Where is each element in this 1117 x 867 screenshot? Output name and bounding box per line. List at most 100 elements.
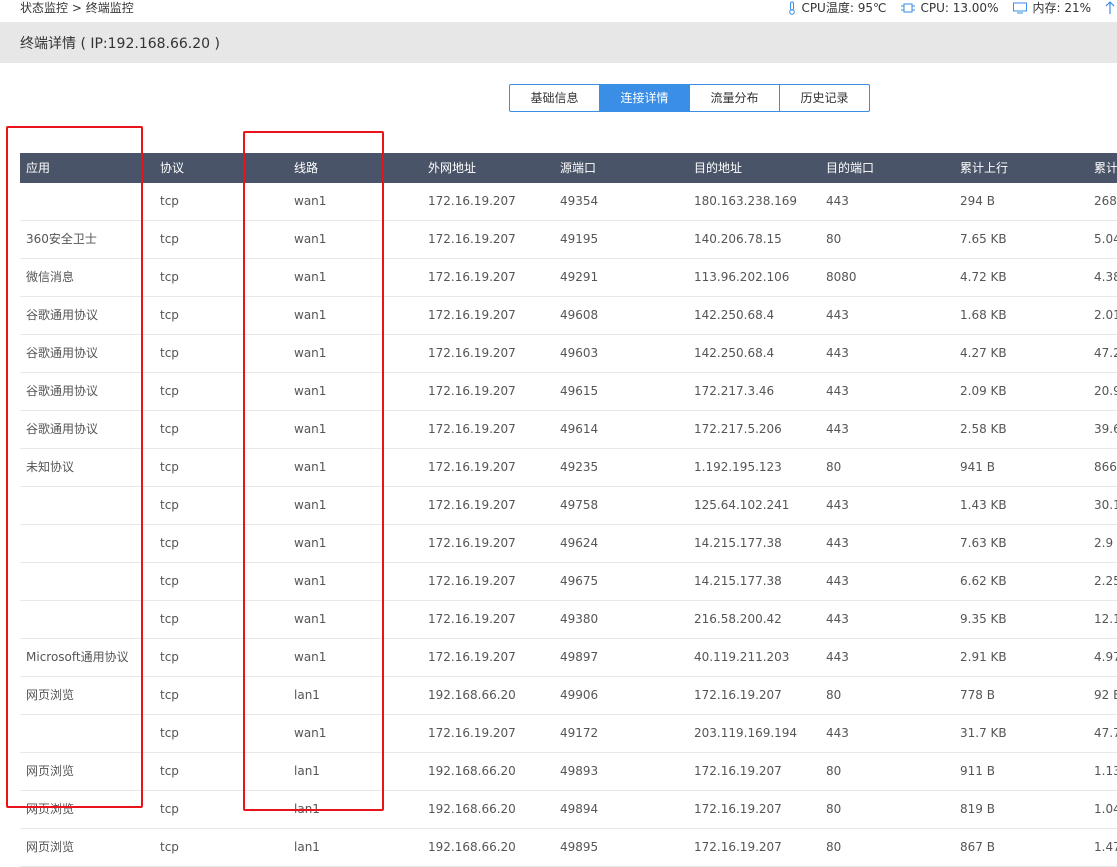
col-header-destination-port[interactable]: 目的端口 [826,153,874,183]
col-header-total-upload[interactable]: 累计上行 [960,153,1008,183]
col-header-protocol[interactable]: 协议 [160,153,184,183]
cell-protocol: tcp [160,232,179,246]
cell-destination-port: 443 [826,346,849,360]
arrow-up-icon[interactable] [1105,1,1115,15]
table-row[interactable]: 网页浏览 tcp lan1 192.168.66.20 49893 172.16.19.2… [20,753,1117,791]
cpu-label: CPU: 13.00% [920,1,999,15]
cell-destination-address: 172.16.19.207 [694,688,782,702]
col-header-app[interactable]: 应用 [26,153,50,183]
table-row[interactable]: 网页浏览 tcp lan1 192.168.66.20 49894 172.16.19.2… [20,791,1117,829]
cell-app: 谷歌通用协议 [26,384,99,398]
cell-destination-port: 80 [826,460,842,474]
cell-destination-address: 125.64.102.241 [694,498,790,512]
cell-source-port: 49614 [560,422,599,436]
cell-app: 微信消息 [26,270,75,284]
table-row[interactable]: 谷歌通用协议 tcp wan1 172.16.19.207 49608 142.250.6… [20,297,1117,335]
col-header-line[interactable]: 线路 [294,153,318,183]
table-row[interactable]: 未知协议 tcp wan1 172.16.19.207 49235 1.192.195.1… [20,449,1117,487]
connection-table: 应用 协议 线路 外网地址 源端口 目的地址 目的端口 累计上行 累计 tcp w… [20,153,1117,867]
cell-line: lan1 [294,802,320,816]
cell-total-upload: 2.58 KB [960,422,1007,436]
cell-total-upload: 294 B [960,194,995,208]
cell-destination-port: 443 [826,308,849,322]
cell-external-address: 172.16.19.207 [428,574,516,588]
table-row[interactable]: tcp wan1 172.16.19.207 49172 203.119.169.194… [20,715,1117,753]
table-row[interactable]: 谷歌通用协议 tcp wan1 172.16.19.207 49615 172.217.3… [20,373,1117,411]
table-row[interactable]: tcp wan1 172.16.19.207 49758 125.64.102.241 4… [20,487,1117,525]
cell-external-address: 172.16.19.207 [428,460,516,474]
cell-destination-port: 443 [826,384,849,398]
cell-total-upload: 1.43 KB [960,498,1007,512]
table-row[interactable]: 网页浏览 tcp lan1 192.168.66.20 49895 172.16.19.2… [20,829,1117,867]
cell-total-download: 39.6 [1094,422,1117,436]
cell-protocol: tcp [160,536,179,550]
table-row[interactable]: tcp wan1 172.16.19.207 49380 216.58.200.42 44… [20,601,1117,639]
table-body: tcp wan1 172.16.19.207 49354 180.163.238.169… [20,183,1117,867]
cell-protocol: tcp [160,764,179,778]
cell-protocol: tcp [160,612,179,626]
cell-protocol: tcp [160,422,179,436]
cell-total-upload: 4.27 KB [960,346,1007,360]
cell-total-download: 2.01 [1094,308,1117,322]
monitor-icon [1013,2,1028,14]
cell-destination-address: 172.16.19.207 [694,840,782,854]
table-row[interactable]: 网页浏览 tcp lan1 192.168.66.20 49906 172.16.19.2… [20,677,1117,715]
top-bar: 状态监控 > 终端监控 CPU温度: 95℃ CPU: 13.00% 内存: 2… [0,0,1117,18]
cell-total-upload: 2.09 KB [960,384,1007,398]
cell-line: wan1 [294,384,327,398]
cell-total-upload: 9.35 KB [960,612,1007,626]
cell-total-upload: 7.65 KB [960,232,1007,246]
page-title: 终端详情 ( IP:192.168.66.20 ) [20,36,220,52]
cell-protocol: tcp [160,346,179,360]
col-header-source-port[interactable]: 源端口 [560,153,596,183]
col-header-total-download[interactable]: 累计 [1094,153,1117,183]
cell-external-address: 172.16.19.207 [428,726,516,740]
tab-basic-info[interactable]: 基础信息 [509,84,600,112]
cell-total-download: 12.1 [1094,612,1117,626]
table-row[interactable]: 微信消息 tcp wan1 172.16.19.207 49291 113.96.202.… [20,259,1117,297]
cell-protocol: tcp [160,688,179,702]
cell-total-download: 1.47 [1094,840,1117,854]
cell-app: 谷歌通用协议 [26,346,99,360]
cell-total-download: 866 [1094,460,1117,474]
breadcrumb-separator: > [71,1,82,15]
cell-destination-port: 8080 [826,270,857,284]
table-row[interactable]: Microsoft通用协议 tcp wan1 172.16.19.207 49897 40… [20,639,1117,677]
cell-external-address: 172.16.19.207 [428,308,516,322]
cell-source-port: 49291 [560,270,599,284]
cell-total-download: 92 E [1094,688,1117,702]
cell-total-upload: 941 B [960,460,995,474]
tab-traffic-distribution[interactable]: 流量分布 [689,84,780,112]
table-row[interactable]: tcp wan1 172.16.19.207 49675 14.215.177.38 44… [20,563,1117,601]
table-header: 应用 协议 线路 外网地址 源端口 目的地址 目的端口 累计上行 累计 [20,153,1117,183]
cell-protocol: tcp [160,270,179,284]
cell-source-port: 49380 [560,612,599,626]
table-row[interactable]: 谷歌通用协议 tcp wan1 172.16.19.207 49614 172.217.5… [20,411,1117,449]
table-row[interactable]: tcp wan1 172.16.19.207 49624 14.215.177.38 44… [20,525,1117,563]
table-row[interactable]: tcp wan1 172.16.19.207 49354 180.163.238.169… [20,183,1117,221]
col-header-external-address[interactable]: 外网地址 [428,153,476,183]
table-row[interactable]: 360安全卫士 tcp wan1 172.16.19.207 49195 140.206.… [20,221,1117,259]
cell-destination-address: 216.58.200.42 [694,612,782,626]
cell-line: lan1 [294,688,320,702]
cell-external-address: 192.168.66.20 [428,802,516,816]
cell-destination-address: 180.163.238.169 [694,194,798,208]
cell-line: wan1 [294,726,327,740]
table-row[interactable]: 谷歌通用协议 tcp wan1 172.16.19.207 49603 142.250.6… [20,335,1117,373]
breadcrumb-parent[interactable]: 状态监控 [20,1,68,15]
cell-total-upload: 778 B [960,688,995,702]
cell-source-port: 49897 [560,650,599,664]
cell-destination-address: 142.250.68.4 [694,308,775,322]
cell-external-address: 172.16.19.207 [428,384,516,398]
tab-connection-details[interactable]: 连接详情 [599,84,690,112]
cell-total-download: 4.38 [1094,270,1117,284]
cell-destination-port: 443 [826,612,849,626]
cell-total-download: 1.13 [1094,764,1117,778]
col-header-destination-address[interactable]: 目的地址 [694,153,742,183]
cell-destination-address: 142.250.68.4 [694,346,775,360]
cell-app: 360安全卫士 [26,232,97,246]
cell-line: lan1 [294,840,320,854]
cell-destination-port: 443 [826,194,849,208]
cell-destination-address: 172.217.5.206 [694,422,782,436]
tab-history[interactable]: 历史记录 [779,84,870,112]
